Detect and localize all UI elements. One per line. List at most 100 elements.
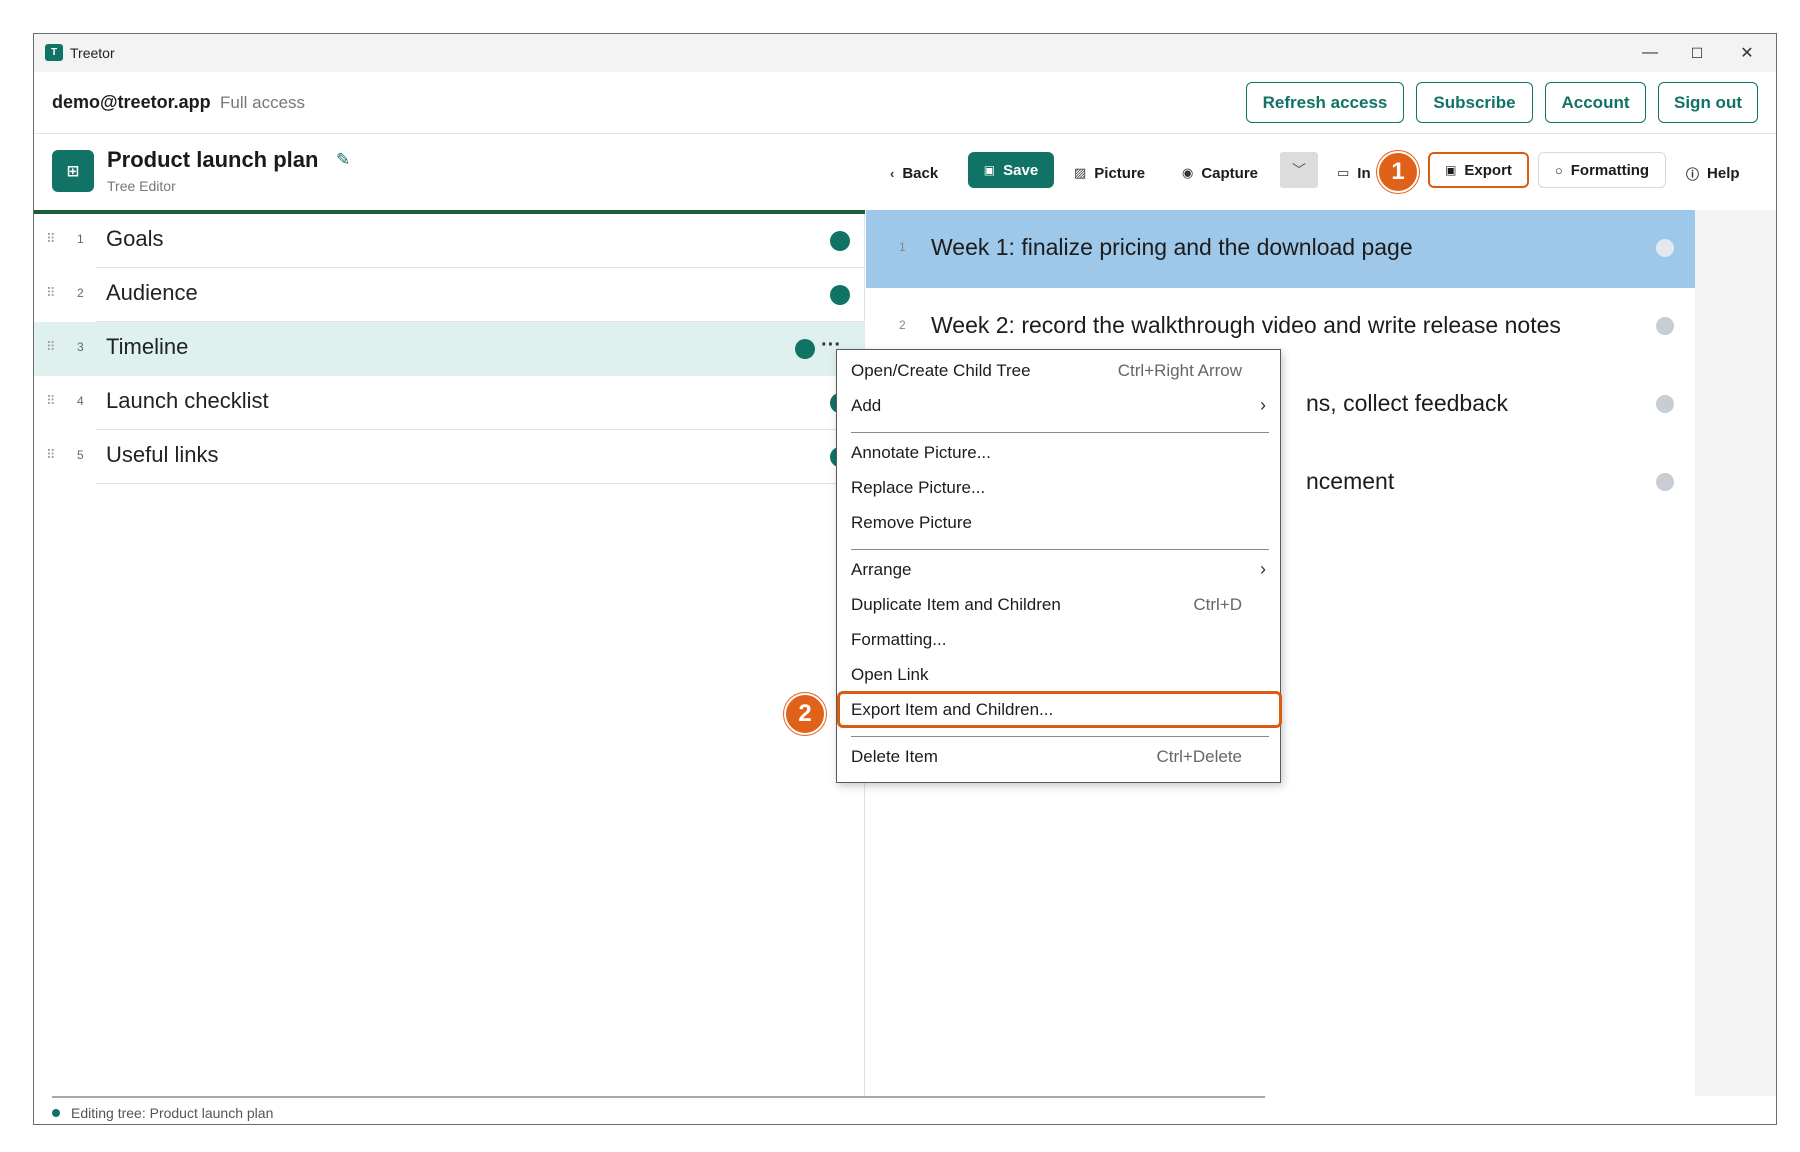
row-number: 1 bbox=[899, 240, 906, 254]
menu-item-add[interactable]: Add › bbox=[837, 390, 1280, 424]
menu-item-label: Duplicate Item and Children bbox=[851, 595, 1061, 614]
menu-item-open-child-tree[interactable]: Open/Create Child Tree Ctrl+Right Arrow bbox=[837, 355, 1280, 389]
capture-label: Capture bbox=[1201, 164, 1259, 182]
tree-editor-icon: ⊞ bbox=[52, 150, 94, 192]
status-dot-icon[interactable] bbox=[1656, 395, 1674, 413]
camera-icon: ◉ bbox=[1182, 165, 1194, 180]
import-button[interactable]: ▭ In bbox=[1337, 156, 1371, 190]
menu-item-label: Formatting... bbox=[851, 630, 947, 649]
row-number: 5 bbox=[77, 448, 84, 462]
app-title: Treetor bbox=[70, 45, 115, 61]
status-dot-icon[interactable] bbox=[1656, 317, 1674, 335]
menu-item-annotate-picture[interactable]: Annotate Picture... bbox=[837, 437, 1280, 471]
drag-handle-icon[interactable]: ⠿ bbox=[46, 339, 55, 355]
callout-badge-1: 1 bbox=[1377, 151, 1419, 193]
tree-pane: ⠿ 1 Goals ⠿ 2 Audience ⠿ 3 Timeline ··· … bbox=[34, 210, 865, 1096]
chevron-right-icon: › bbox=[1260, 395, 1266, 415]
status-bar: Editing tree: Product launch plan bbox=[34, 1096, 1776, 1124]
export-icon: ▣ bbox=[1445, 163, 1457, 177]
tree-row[interactable]: ⠿ 2 Audience bbox=[34, 268, 865, 322]
picture-button[interactable]: ▨ Picture bbox=[1074, 156, 1145, 190]
status-indicator-icon bbox=[52, 1109, 60, 1117]
back-button[interactable]: ‹ Back bbox=[890, 156, 938, 190]
row-label: ncement bbox=[1306, 468, 1395, 494]
status-dot-icon[interactable] bbox=[1656, 473, 1674, 491]
chevron-left-icon: ‹ bbox=[890, 165, 895, 181]
chevron-right-icon: › bbox=[1260, 559, 1266, 579]
menu-item-label: Replace Picture... bbox=[851, 478, 986, 497]
tree-row[interactable]: ⠿ 4 Launch checklist bbox=[34, 376, 865, 430]
row-label: Week 1: finalize pricing and the downloa… bbox=[931, 234, 1413, 260]
row-number: 2 bbox=[77, 286, 84, 300]
menu-item-label: Remove Picture bbox=[851, 513, 972, 532]
menu-item-open-link[interactable]: Open Link bbox=[837, 659, 1280, 693]
sign-out-button[interactable]: Sign out bbox=[1658, 82, 1758, 123]
formatting-label: Formatting bbox=[1570, 161, 1650, 179]
drag-handle-icon[interactable]: ⠿ bbox=[46, 231, 55, 247]
help-label: Help bbox=[1707, 164, 1740, 182]
status-dot-icon[interactable] bbox=[830, 231, 850, 251]
pencil-icon[interactable]: ✎ bbox=[336, 150, 350, 170]
account-button[interactable]: Account bbox=[1545, 82, 1646, 123]
image-icon: ▨ bbox=[1074, 165, 1087, 180]
maximize-button[interactable]: ☐ bbox=[1674, 38, 1720, 68]
menu-item-delete[interactable]: Delete Item Ctrl+Delete bbox=[837, 741, 1280, 775]
back-label: Back bbox=[902, 164, 939, 182]
document-header: ⊞ Product launch plan ✎ Tree Editor ‹ Ba… bbox=[34, 134, 1776, 210]
formatting-button[interactable]: ○ Formatting bbox=[1538, 152, 1666, 188]
save-icon: ▣ bbox=[983, 163, 996, 177]
drag-handle-icon[interactable]: ⠿ bbox=[46, 393, 55, 409]
status-text: Editing tree: Product launch plan bbox=[71, 1105, 274, 1121]
save-button[interactable]: ▣ Save bbox=[968, 152, 1054, 188]
row-label: Useful links bbox=[106, 442, 219, 467]
tree-row-selected[interactable]: ⠿ 3 Timeline ··· bbox=[34, 322, 865, 376]
menu-item-arrange[interactable]: Arrange › bbox=[837, 554, 1280, 588]
menu-item-shortcut: Ctrl+D bbox=[1193, 595, 1242, 614]
row-number: 3 bbox=[77, 340, 84, 354]
app-window: T Treetor — ☐ ✕ demo@treetor.app Full ac… bbox=[33, 33, 1777, 1125]
capture-button[interactable]: ◉ Capture bbox=[1182, 156, 1258, 190]
export-button[interactable]: ▣ Export bbox=[1428, 152, 1529, 188]
help-circle-icon: ⓘ bbox=[1686, 166, 1700, 182]
menu-item-label: Open/Create Child Tree bbox=[851, 361, 1031, 380]
row-label: Launch checklist bbox=[106, 388, 269, 413]
document-title: Product launch plan bbox=[107, 147, 319, 172]
menu-item-duplicate[interactable]: Duplicate Item and Children Ctrl+D bbox=[837, 589, 1280, 623]
row-number: 1 bbox=[77, 232, 84, 246]
side-gutter bbox=[1695, 210, 1776, 1096]
status-divider bbox=[52, 1096, 1265, 1098]
minimize-button[interactable]: — bbox=[1627, 38, 1673, 68]
tree-row[interactable]: ⠿ 1 Goals bbox=[34, 214, 865, 268]
access-level: Full access bbox=[220, 93, 306, 112]
chevron-down-icon: ﹀ bbox=[1292, 162, 1306, 178]
menu-item-formatting[interactable]: Formatting... bbox=[837, 624, 1280, 658]
menu-separator bbox=[851, 549, 1269, 550]
export-label: Export bbox=[1464, 161, 1512, 179]
import-label: In bbox=[1357, 164, 1371, 182]
menu-item-label: Add bbox=[851, 396, 882, 415]
menu-item-remove-picture[interactable]: Remove Picture bbox=[837, 507, 1280, 541]
callout-badge-2: 2 bbox=[784, 693, 826, 735]
row-label: Audience bbox=[106, 280, 198, 305]
picture-label: Picture bbox=[1094, 164, 1146, 182]
status-dot-icon[interactable] bbox=[1656, 239, 1674, 257]
context-menu: Open/Create Child Tree Ctrl+Right Arrow … bbox=[836, 349, 1282, 783]
child-row-selected[interactable]: 1 Week 1: finalize pricing and the downl… bbox=[866, 210, 1695, 288]
menu-item-replace-picture[interactable]: Replace Picture... bbox=[837, 472, 1280, 506]
menu-item-label: Arrange bbox=[851, 560, 912, 579]
row-number: 4 bbox=[77, 394, 84, 408]
title-bar: T Treetor — ☐ ✕ bbox=[34, 34, 1776, 72]
help-button[interactable]: ⓘ Help bbox=[1686, 156, 1740, 190]
subscribe-button[interactable]: Subscribe bbox=[1416, 82, 1533, 123]
menu-item-label: Delete Item bbox=[851, 747, 938, 766]
row-label: Goals bbox=[106, 226, 164, 251]
capture-dropdown-button[interactable]: ﹀ bbox=[1280, 152, 1318, 188]
tree-row[interactable]: ⠿ 5 Useful links bbox=[34, 430, 865, 484]
drag-handle-icon[interactable]: ⠿ bbox=[46, 447, 55, 463]
drag-handle-icon[interactable]: ⠿ bbox=[46, 285, 55, 301]
status-dot-icon[interactable] bbox=[830, 285, 850, 305]
row-label: Week 2: record the walkthrough video and… bbox=[931, 312, 1561, 338]
refresh-access-button[interactable]: Refresh access bbox=[1246, 82, 1404, 123]
status-dot-icon[interactable] bbox=[795, 339, 815, 359]
close-button[interactable]: ✕ bbox=[1724, 38, 1770, 68]
